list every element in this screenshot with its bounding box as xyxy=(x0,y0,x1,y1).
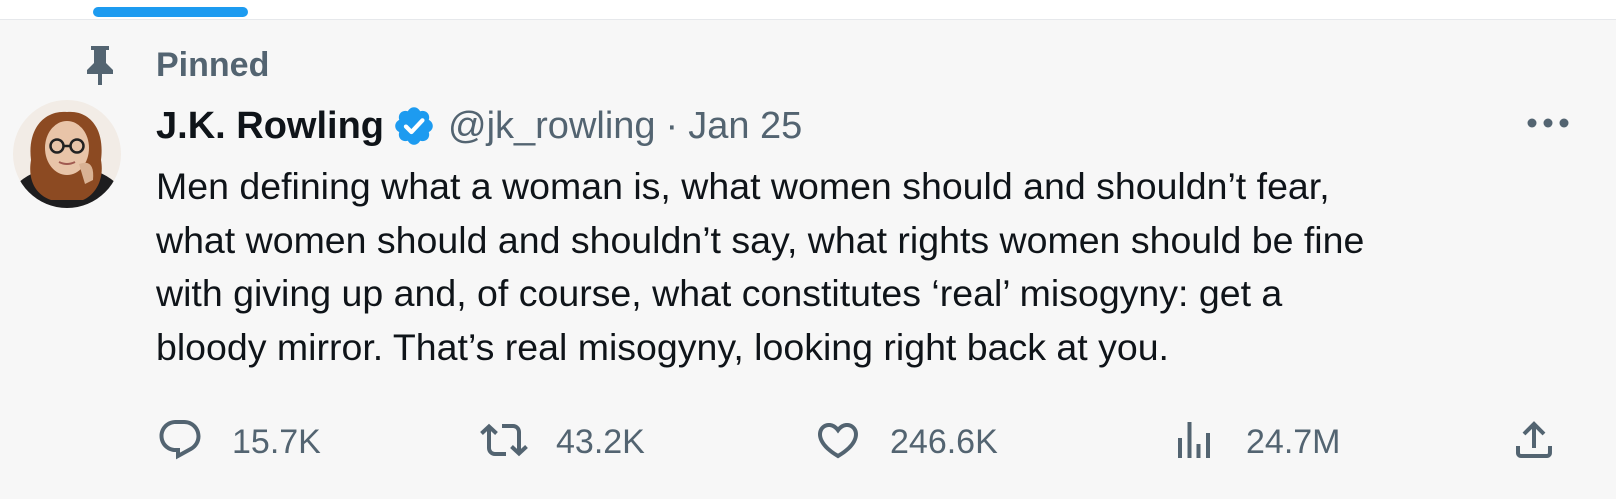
verified-badge-icon[interactable] xyxy=(392,104,436,148)
retweet-icon xyxy=(480,416,528,469)
pinned-row: Pinned xyxy=(80,40,269,90)
tweet-header: J.K. Rowling @jk_rowling · Jan 25 xyxy=(156,98,802,154)
tweet-text-line: bloody mirror. That’s real misogyny, loo… xyxy=(156,325,1169,368)
author-name[interactable]: J.K. Rowling xyxy=(156,105,384,148)
share-button[interactable] xyxy=(1510,412,1558,472)
active-tab-indicator xyxy=(93,7,248,17)
views-count: 24.7M xyxy=(1246,422,1341,461)
tweet-actions: 15.7K 43.2K 246.6K 24.7M xyxy=(0,412,1616,472)
avatar[interactable] xyxy=(13,100,121,208)
header-separator: · xyxy=(665,104,679,147)
tweet-text: Men defining what a woman is, what women… xyxy=(156,160,1576,374)
views-icon xyxy=(1170,416,1218,469)
tweet-text-line: Men defining what a woman is, what women… xyxy=(156,165,1330,207)
tweet-text-line: with giving up and, of course, what cons… xyxy=(156,272,1283,314)
share-icon xyxy=(1510,416,1558,469)
more-icon xyxy=(1526,116,1570,134)
retweet-button[interactable]: 43.2K xyxy=(480,412,645,472)
retweet-count: 43.2K xyxy=(556,422,645,461)
top-tab-bar xyxy=(0,0,1616,20)
reply-button[interactable]: 15.7K xyxy=(156,412,321,472)
author-handle[interactable]: @jk_rowling xyxy=(448,105,656,148)
tweet-date[interactable]: Jan 25 xyxy=(688,105,802,148)
like-button[interactable]: 246.6K xyxy=(814,412,998,472)
pin-icon xyxy=(80,43,120,87)
reply-count: 15.7K xyxy=(232,422,321,461)
reply-icon xyxy=(156,416,204,469)
more-options-button[interactable] xyxy=(1520,105,1576,145)
pinned-label: Pinned xyxy=(156,45,270,84)
views-button[interactable]: 24.7M xyxy=(1170,412,1341,472)
like-count: 246.6K xyxy=(890,422,998,461)
like-icon xyxy=(814,416,862,469)
tweet-text-line: what women should and shouldn’t say, wha… xyxy=(156,218,1365,261)
